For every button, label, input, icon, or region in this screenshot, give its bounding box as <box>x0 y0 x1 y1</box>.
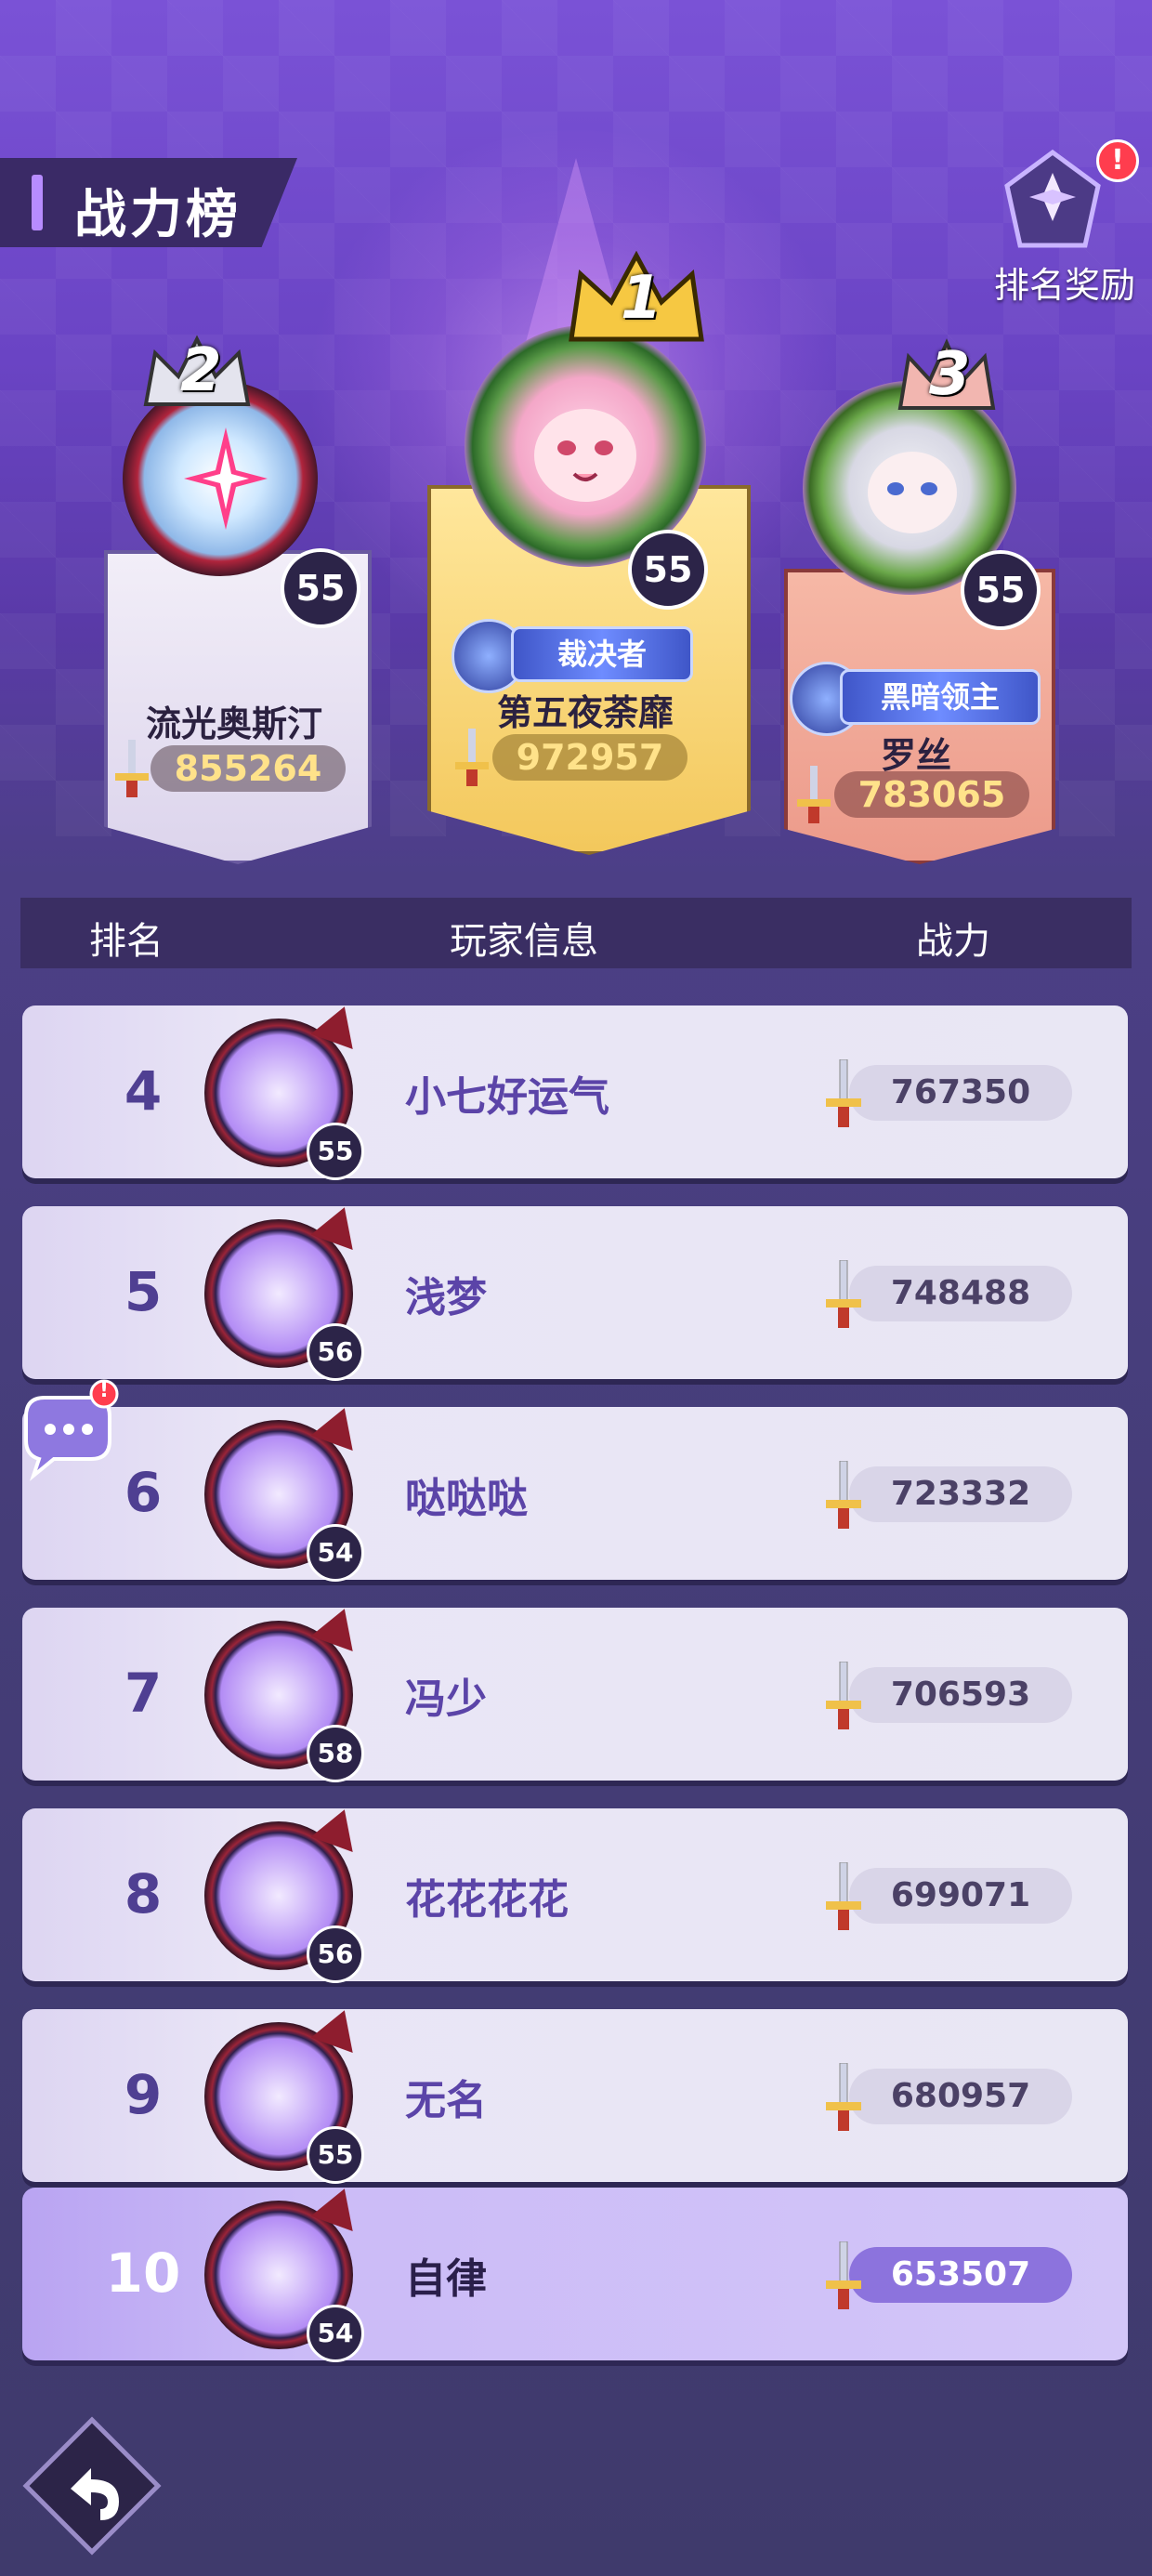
podium-rank-3[interactable]: 3 55 黑暗领主 罗丝 783065 <box>784 338 1055 864</box>
chat-button[interactable]: ! <box>17 1379 121 1481</box>
row-rank: 4 <box>124 1059 163 1123</box>
page-title: 战力榜 <box>74 185 242 245</box>
player-name: 第五夜荼靡 <box>496 692 674 733</box>
sword-icon <box>826 2241 861 2309</box>
sword-icon <box>826 1461 861 1529</box>
ranking-row[interactable]: 7 58 冯少 706593 <box>22 1600 1128 1782</box>
rank-reward-label: 排名奖励 <box>994 265 1136 306</box>
sword-icon <box>826 1260 861 1328</box>
podium-rank-number: 1 <box>621 264 662 333</box>
sword-icon <box>826 2063 861 2131</box>
header-player-info: 玩家信息 <box>450 920 598 963</box>
page-title-tab: 战力榜 <box>0 158 297 247</box>
row-avatar[interactable]: 56 <box>204 1199 366 1381</box>
character-face-icon <box>534 409 636 502</box>
header-power: 战力 <box>916 920 990 963</box>
row-level-badge: 55 <box>307 1123 364 1180</box>
back-button[interactable] <box>22 2416 162 2556</box>
row-avatar[interactable]: 56 <box>204 1801 366 1983</box>
row-power: 748488 <box>849 1266 1072 1321</box>
ranking-row[interactable]: 8 56 花花花花 699071 <box>22 1801 1128 1983</box>
row-player-name: 浅梦 <box>405 1274 487 1321</box>
chat-alert-badge: ! <box>98 1379 110 1402</box>
row-player-name: 小七好运气 <box>405 1073 609 1121</box>
ranking-row-self[interactable]: 10 54 自律 653507 <box>22 2180 1128 2362</box>
sword-icon <box>455 729 489 786</box>
sword-icon <box>826 1862 861 1930</box>
row-player-name: 无名 <box>405 2077 487 2124</box>
player-name: 流光奥斯汀 <box>145 703 322 744</box>
ranking-row[interactable]: 5 56 浅梦 748488 <box>22 1199 1128 1381</box>
player-power: 783065 <box>834 771 1029 818</box>
row-rank: 5 <box>124 1260 163 1323</box>
reward-alert-badge: ! <box>1096 139 1139 182</box>
row-power: 680957 <box>849 2069 1072 2124</box>
podium-rank-number: 3 <box>929 340 971 409</box>
header-rank: 排名 <box>89 920 164 963</box>
row-player-name: 自律 <box>405 2255 487 2303</box>
level-badge: 55 <box>628 530 708 610</box>
level-badge: 55 <box>281 548 360 628</box>
ranking-row[interactable]: 4 55 小七好运气 767350 <box>22 998 1128 1180</box>
sword-icon <box>797 766 831 823</box>
sword-icon <box>826 1059 861 1127</box>
character-face-icon <box>868 452 957 533</box>
row-avatar[interactable]: 55 <box>204 998 366 1180</box>
title-accent-bar <box>32 175 43 230</box>
podium-rank-1[interactable]: 1 55 裁决者 第五夜荼靡 972957 <box>427 250 751 855</box>
row-rank: 10 <box>105 2241 181 2305</box>
row-player-name: 花花花花 <box>405 1876 569 1924</box>
crown-bronze-icon: 3 <box>896 338 998 413</box>
row-power: 706593 <box>849 1667 1072 1723</box>
row-rank: 8 <box>124 1862 163 1925</box>
list-header: 排名 玩家信息 战力 <box>20 898 1132 968</box>
row-level-badge: 54 <box>307 1524 364 1582</box>
row-power: 723332 <box>849 1466 1072 1522</box>
row-player-name: 冯少 <box>405 1676 487 1723</box>
row-power: 699071 <box>849 1868 1072 1924</box>
trophy-icon <box>1004 149 1101 248</box>
row-level-badge: 56 <box>307 1323 364 1381</box>
row-avatar[interactable]: 55 <box>204 2002 366 2184</box>
podium-rank-number: 2 <box>180 336 222 405</box>
player-title-badge: 裁决者 <box>511 626 693 682</box>
row-level-badge: 58 <box>307 1725 364 1782</box>
row-avatar[interactable]: 54 <box>204 2180 366 2362</box>
row-level-badge: 55 <box>307 2126 364 2184</box>
level-badge: 55 <box>961 550 1041 630</box>
back-arrow-icon <box>22 2416 162 2556</box>
row-player-name: 哒哒哒 <box>405 1475 528 1522</box>
podium-rank-2[interactable]: 2 55 流光奥斯汀 855264 <box>104 325 372 864</box>
sword-icon <box>826 1662 861 1729</box>
player-power: 972957 <box>492 734 687 781</box>
row-rank: 9 <box>124 2063 163 2126</box>
player-power: 855264 <box>151 745 346 792</box>
egg-icon <box>184 427 268 530</box>
crown-silver-icon: 2 <box>141 335 253 409</box>
row-power: 653507 <box>849 2247 1072 2303</box>
player-title-badge: 黑暗领主 <box>840 669 1041 725</box>
row-power: 767350 <box>849 1065 1072 1121</box>
crown-gold-icon: 1 <box>567 250 706 344</box>
row-level-badge: 56 <box>307 1925 364 1983</box>
row-rank: 7 <box>124 1662 163 1725</box>
row-avatar[interactable]: 58 <box>204 1600 366 1782</box>
row-level-badge: 54 <box>307 2305 364 2362</box>
ranking-row[interactable]: 6 54 哒哒哒 723332 <box>22 1400 1128 1582</box>
rank-reward-button[interactable]: ! 排名奖励 <box>985 139 1143 307</box>
ranking-row[interactable]: 9 55 无名 680957 <box>22 2002 1128 2184</box>
row-avatar[interactable]: 54 <box>204 1400 366 1582</box>
sword-icon <box>115 740 149 797</box>
